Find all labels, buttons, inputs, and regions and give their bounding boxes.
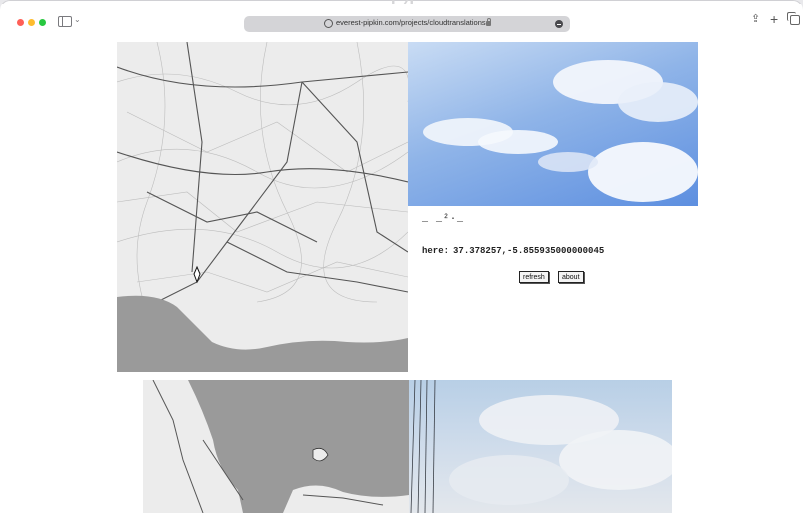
browser-toolbar: ⌄ everest-pipkin.com/projects/cloudtrans… [0,4,803,34]
coordinates-value: 37.378257,-5.855935000000045 [453,246,605,256]
chevron-down-icon[interactable]: ⌄ [74,15,81,24]
zoom-window-button[interactable] [39,19,46,26]
browser-window: 14 ⌄ everest-pipkin.com/projects/cloudtr… [0,0,803,513]
cloud-photo [408,42,698,206]
share-icon[interactable]: ⇪ [751,14,760,25]
tabs-overview-icon[interactable] [787,12,800,25]
page-content: _ _²·_ here: 37.378257,-5.855935000000045… [0,34,803,513]
about-button[interactable]: about [558,271,584,283]
sidebar-icon[interactable] [58,16,72,27]
lock-icon [486,18,492,26]
cloud-photo-2 [409,380,672,513]
reader-icon[interactable] [555,20,563,28]
new-tab-icon[interactable]: + [770,12,778,26]
refresh-button[interactable]: refresh [519,271,549,283]
road-map-image-2 [143,380,409,513]
url-text[interactable]: everest-pipkin.com/projects/cloudtransla… [336,18,486,27]
here-label: here: [422,246,450,256]
minimize-window-button[interactable] [28,19,35,26]
globe-icon [324,19,333,28]
cloud-translation-text: _ _²·_ [422,214,465,225]
location-readout: here: 37.378257,-5.855935000000045 [422,246,604,256]
address-bar[interactable]: everest-pipkin.com/projects/cloudtransla… [244,16,570,32]
map-graphic [117,42,408,372]
cloud-graphic-2 [410,380,672,513]
road-map-image [117,42,408,372]
map-graphic-2 [143,380,409,513]
cloud-graphic [423,60,698,202]
close-window-button[interactable] [17,19,24,26]
